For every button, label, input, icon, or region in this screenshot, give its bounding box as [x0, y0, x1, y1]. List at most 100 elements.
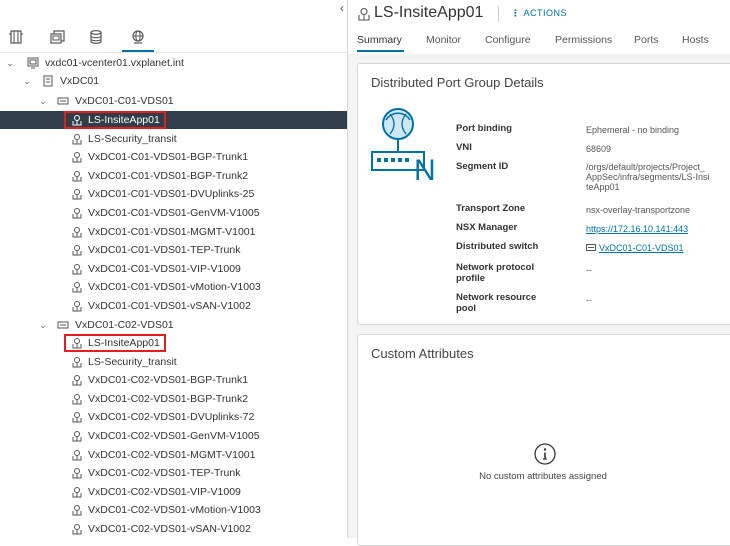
card-title: Distributed Port Group Details — [371, 75, 544, 90]
tree-node-portgroup[interactable]: VxDC01-C02-VDS01-vMotion-V1003 — [0, 501, 347, 519]
active-tab-indicator — [357, 50, 404, 52]
tree-node-label: VxDC01-C02-VDS01-MGMT-V1001 — [88, 448, 256, 461]
tree-node-label: VxDC01-C01-VDS01-MGMT-V1001 — [88, 225, 256, 238]
chevron-down-icon[interactable]: ⌄ — [5, 54, 15, 72]
distributed-switch-icon — [57, 319, 69, 331]
tree-node-label: VxDC01-C01-VDS01-vMotion-V1003 — [88, 281, 261, 294]
info-icon — [534, 443, 556, 468]
port-group-icon — [71, 430, 83, 442]
tree-node-label: VxDC01-C02-VDS01-BGP-Trunk1 — [88, 374, 249, 387]
port-group-icon — [71, 467, 83, 479]
datacenter-icon — [42, 75, 54, 87]
tree-node-portgroup[interactable]: VxDC01-C01-VDS01-vSAN-V1002 — [0, 297, 347, 315]
transport-zone-value: nsx-overlay-transportzone — [586, 205, 691, 215]
port-group-icon — [71, 281, 83, 293]
port-group-icon — [71, 207, 83, 219]
chevron-down-icon[interactable]: ⌄ — [38, 316, 48, 334]
tree-node-portgroup[interactable]: VxDC01-C02-VDS01-vSAN-V1002 — [0, 520, 347, 538]
tab-hosts[interactable]: Hosts — [682, 34, 709, 46]
vms-templates-icon[interactable] — [48, 28, 68, 46]
tree-node-portgroup[interactable]: VxDC01-C01-VDS01-BGP-Trunk2 — [0, 167, 347, 185]
tree-node-portgroup[interactable]: LS-Security_transit — [0, 353, 347, 371]
actions-menu-button[interactable]: ⋮ ACTIONS — [511, 8, 567, 19]
storage-icon[interactable] — [86, 28, 106, 46]
empty-state-text: No custom attributes assigned — [479, 471, 607, 482]
tree-node-label: VxDC01-C02-VDS01-vSAN-V1002 — [88, 523, 251, 535]
port-group-icon — [71, 170, 83, 182]
tree-node-label: VxDC01-C01-VDS01-BGP-Trunk1 — [88, 151, 249, 164]
tree-node-portgroup[interactable]: VxDC01-C01-VDS01-BGP-Trunk1 — [0, 148, 347, 166]
network-protocol-profile-value: -- — [586, 265, 592, 275]
tree-node-switch-c02[interactable]: ⌄ VxDC01-C02-VDS01 — [0, 316, 347, 334]
tree-node-portgroup[interactable]: VxDC01-C01-VDS01-DVUplinks-25 — [0, 185, 347, 203]
tree-node-label: VxDC01-C01-VDS01-TEP-Trunk — [88, 244, 241, 257]
navigator-view-tabs — [0, 22, 347, 53]
tree-node-portgroup[interactable]: VxDC01-C01-VDS01-MGMT-V1001 — [0, 223, 347, 241]
hosts-clusters-icon[interactable] — [6, 28, 26, 46]
tree-node-portgroup[interactable]: VxDC01-C01-VDS01-TEP-Trunk — [0, 241, 347, 259]
port-binding-value: Ephemeral - no binding — [586, 125, 680, 135]
chevron-down-icon[interactable]: ⌄ — [38, 92, 48, 110]
tab-summary[interactable]: Summary — [357, 34, 402, 46]
port-group-icon — [71, 504, 83, 516]
port-group-icon — [71, 114, 83, 126]
tree-node-portgroup[interactable]: LS-Security_transit — [0, 130, 347, 148]
tree-node-label: VxDC01-C01-VDS01-VIP-V1009 — [88, 262, 241, 275]
tree-node-label: VxDC01-C01-VDS01-vSAN-V1002 — [88, 300, 251, 312]
tree-node-portgroup[interactable]: VxDC01-C02-VDS01-MGMT-V1001 — [0, 446, 347, 464]
collapse-pane-button[interactable]: ‹ — [337, 2, 347, 14]
chevron-down-icon[interactable]: ⌄ — [22, 72, 32, 90]
distributed-switch-icon — [586, 243, 596, 254]
tree-node-label: LS-InsiteApp01 — [88, 337, 160, 349]
tree-node-portgroup[interactable]: VxDC01-C01-VDS01-GenVM-V1005 — [0, 204, 347, 222]
networking-icon[interactable] — [122, 28, 154, 52]
tree-node-label: VxDC01-C02-VDS01-vMotion-V1003 — [88, 504, 261, 517]
vni-label: VNI — [456, 142, 472, 153]
tree-node-label: VxDC01-C02-VDS01-TEP-Trunk — [88, 467, 241, 480]
tree-node-portgroup[interactable]: VxDC01-C02-VDS01-BGP-Trunk1 — [0, 371, 347, 389]
port-group-icon — [71, 300, 83, 312]
tree-node-datacenter[interactable]: ⌄ VxDC01 — [0, 72, 347, 90]
actions-label: ACTIONS — [523, 8, 568, 18]
port-group-icon — [71, 226, 83, 238]
tree-node-vcenter[interactable]: ⌄ vxdc01-vcenter01.vxplanet.int — [0, 54, 347, 72]
tab-ports[interactable]: Ports — [634, 34, 659, 46]
transport-zone-label: Transport Zone — [456, 203, 526, 214]
port-group-icon — [71, 356, 83, 368]
tree-node-switch-c01[interactable]: ⌄ VxDC01-C01-VDS01 — [0, 92, 347, 110]
network-resource-pool-label: Network resource pool — [456, 292, 537, 314]
tree-node-label: VxDC01-C02-VDS01-BGP-Trunk2 — [88, 392, 249, 405]
tree-node-label: VxDC01-C01-VDS01 — [75, 95, 174, 107]
tree-node-label: VxDC01 — [60, 75, 100, 87]
port-group-icon — [71, 244, 83, 256]
distributed-switch-value[interactable]: VxDC01-C01-VDS01 — [586, 243, 711, 254]
tree-node-portgroup[interactable]: VxDC01-C02-VDS01-VIP-V1009 — [0, 483, 347, 501]
tree-node-label: VxDC01-C02-VDS01-VIP-V1009 — [88, 485, 241, 498]
tree-node-portgroup[interactable]: VxDC01-C01-VDS01-vMotion-V1003 — [0, 278, 347, 296]
tree-node-portgroup[interactable]: VxDC01-C02-VDS01-GenVM-V1005 — [0, 427, 347, 445]
custom-attributes-card: Custom Attributes ⠿ No custom attributes… — [357, 334, 730, 546]
tab-configure[interactable]: Configure — [485, 34, 531, 46]
tree-node-label: VxDC01-C01-VDS01-DVUplinks-25 — [88, 188, 255, 201]
port-group-icon — [357, 7, 371, 24]
tree-node-portgroup[interactable]: VxDC01-C02-VDS01-TEP-Trunk — [0, 464, 347, 482]
tab-monitor[interactable]: Monitor — [426, 34, 461, 46]
tree-node-portgroup[interactable]: VxDC01-C02-VDS01-DVUplinks-72 — [0, 408, 347, 426]
tree-node-portgroup[interactable]: VxDC01-C01-VDS01-VIP-V1009 — [0, 260, 347, 278]
tree-node-portgroup[interactable]: LS-InsiteApp01 — [0, 334, 347, 352]
page-title: LS-InsiteApp01 — [374, 4, 484, 21]
segment-id-label: Segment ID — [456, 161, 509, 172]
detail-pane: LS-InsiteApp01 ⋮ ACTIONS Summary Monitor … — [348, 0, 730, 546]
tree-node-portgroup[interactable]: VxDC01-C02-VDS01-BGP-Trunk2 — [0, 390, 347, 408]
card-title: Custom Attributes — [371, 346, 474, 361]
tree-node-portgroup-selected[interactable]: LS-InsiteApp01 — [0, 111, 347, 129]
tab-permissions[interactable]: Permissions — [555, 34, 612, 46]
object-header: LS-InsiteApp01 ⋮ ACTIONS Summary Monitor … — [348, 0, 730, 54]
vcenter-icon — [27, 57, 39, 69]
nsx-manager-link[interactable]: https://172.16.10.141:443 — [586, 224, 711, 234]
tree-node-label: vxdc01-vcenter01.vxplanet.int — [45, 57, 184, 69]
distributed-switch-link[interactable]: VxDC01-C01-VDS01 — [599, 243, 684, 253]
port-group-icon — [71, 486, 83, 498]
port-binding-label: Port binding — [456, 123, 512, 134]
port-group-icon — [71, 133, 83, 145]
